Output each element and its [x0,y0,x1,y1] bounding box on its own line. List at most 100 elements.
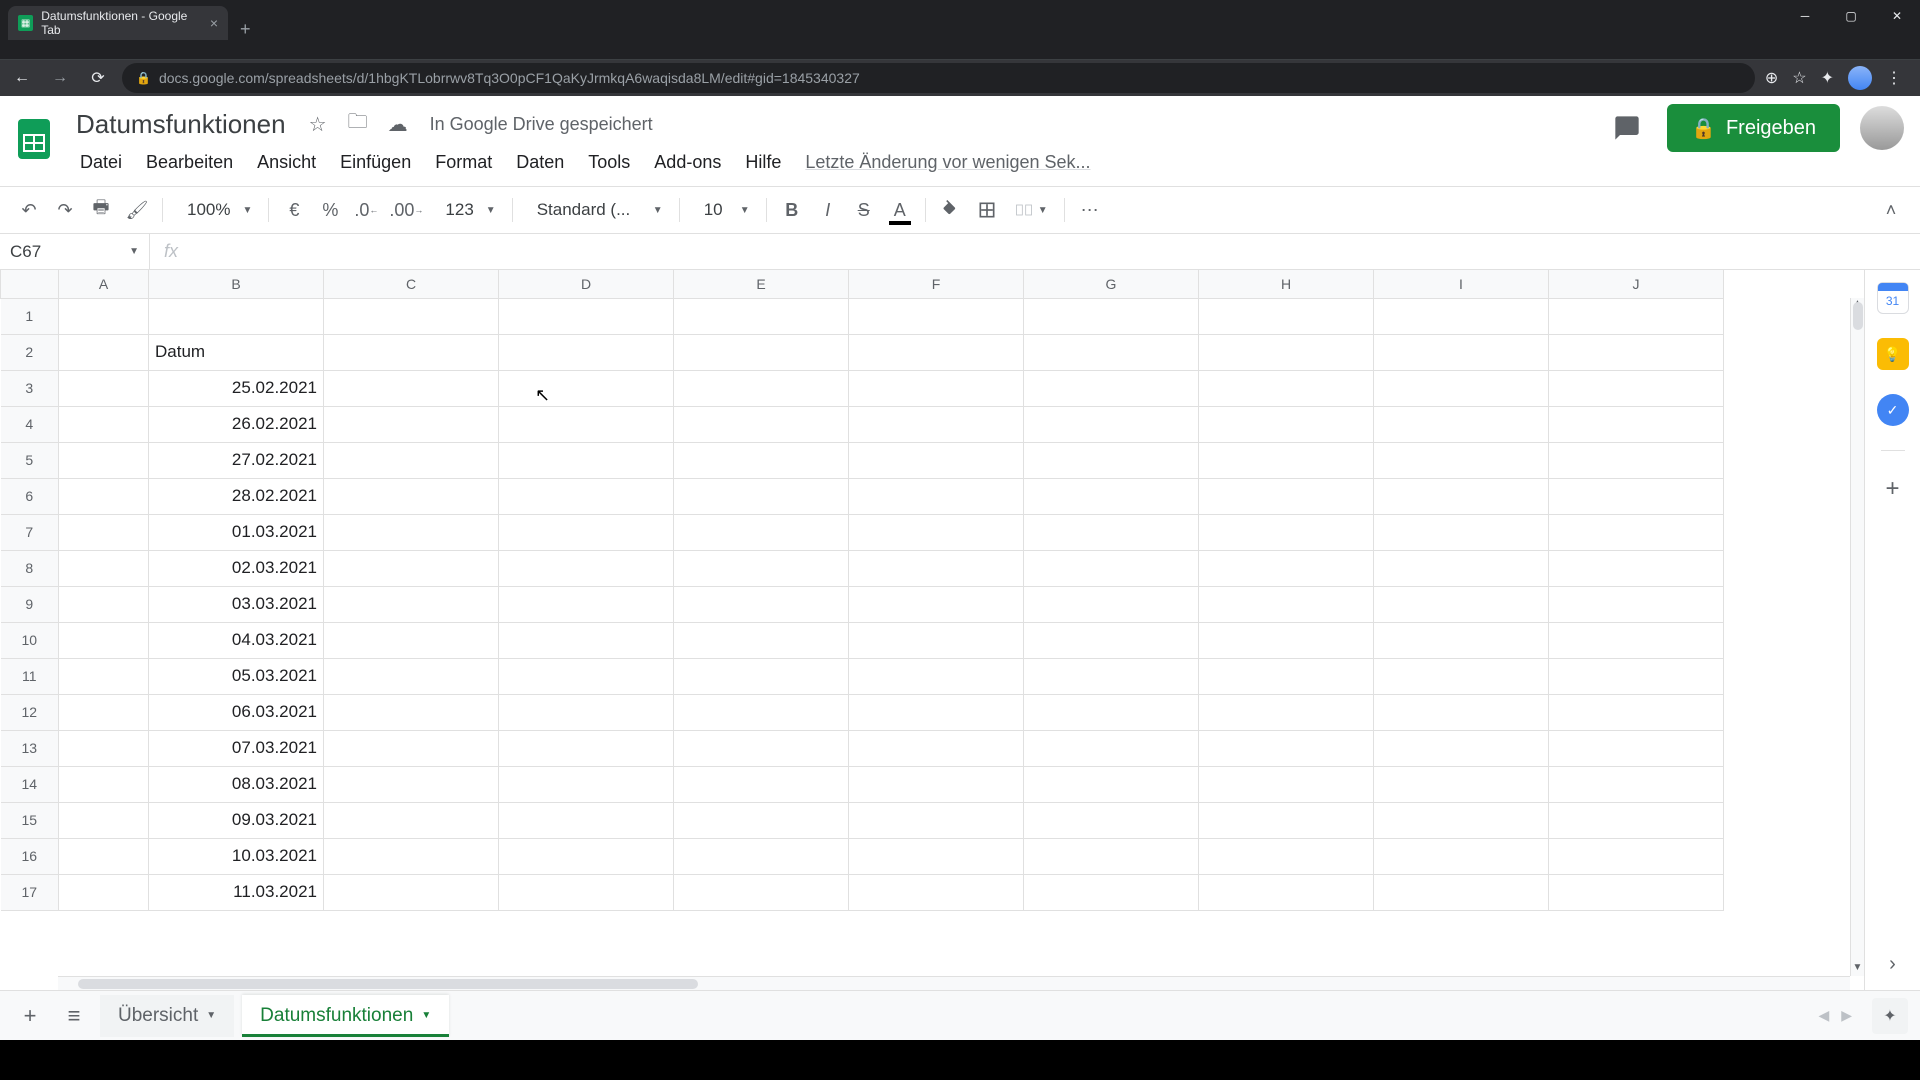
cell[interactable] [1024,586,1199,622]
cell[interactable] [674,766,849,802]
cell[interactable] [59,334,149,370]
scroll-thumb[interactable] [78,979,698,989]
percent-button[interactable]: % [313,193,347,227]
cell[interactable] [499,406,674,442]
cell[interactable] [59,514,149,550]
sheet-tab-uebersicht[interactable]: Übersicht ▼ [100,995,234,1037]
menu-addons[interactable]: Add-ons [644,148,731,177]
cell[interactable] [1374,658,1549,694]
row-header[interactable]: 15 [1,802,59,838]
column-header-D[interactable]: D [499,270,674,298]
cell[interactable] [499,514,674,550]
strikethrough-button[interactable]: S [847,193,881,227]
spreadsheet-grid[interactable]: ABCDEFGHIJ 12Datum325.02.2021426.02.2021… [0,270,1724,911]
merge-cells-dropdown[interactable]: ▼ [1006,200,1056,220]
column-header-C[interactable]: C [324,270,499,298]
cell[interactable] [1199,622,1374,658]
column-header-F[interactable]: F [849,270,1024,298]
cell[interactable] [59,550,149,586]
fill-color-button[interactable] [934,193,968,227]
menu-hilfe[interactable]: Hilfe [735,148,791,177]
row-header[interactable]: 4 [1,406,59,442]
cell[interactable] [499,874,674,910]
cell[interactable] [1374,442,1549,478]
window-close[interactable]: ✕ [1874,0,1920,32]
cell[interactable] [499,838,674,874]
cell[interactable] [849,478,1024,514]
cell[interactable]: 10.03.2021 [149,838,324,874]
increase-decimal-button[interactable]: .00→ [385,193,427,227]
cell[interactable] [1024,694,1199,730]
sheets-logo[interactable] [8,104,60,174]
cell[interactable] [1199,478,1374,514]
cell[interactable] [674,478,849,514]
cell[interactable] [1374,622,1549,658]
zoom-dropdown[interactable]: 100% ▼ [171,200,260,220]
row-header[interactable]: 8 [1,550,59,586]
add-sheet-button[interactable]: + [12,998,48,1034]
column-header-G[interactable]: G [1024,270,1199,298]
cell[interactable] [59,442,149,478]
sheet-nav-left[interactable]: ◀ [1814,1003,1833,1028]
cell[interactable]: 02.03.2021 [149,550,324,586]
cell[interactable] [1374,298,1549,334]
cell[interactable]: 04.03.2021 [149,622,324,658]
cell[interactable] [59,802,149,838]
cell[interactable] [324,334,499,370]
cell[interactable] [499,802,674,838]
row-header[interactable]: 6 [1,478,59,514]
cell[interactable] [59,622,149,658]
cell[interactable] [1549,298,1724,334]
cell[interactable] [324,514,499,550]
cell[interactable] [59,838,149,874]
cell[interactable] [499,622,674,658]
cell[interactable] [499,550,674,586]
cell[interactable] [849,622,1024,658]
cell[interactable] [1024,478,1199,514]
cell[interactable] [499,370,674,406]
cell[interactable] [1024,442,1199,478]
sheet-tab-datumsfunktionen[interactable]: Datumsfunktionen ▼ [242,995,449,1037]
cell[interactable]: 05.03.2021 [149,658,324,694]
cell[interactable] [849,586,1024,622]
calendar-icon[interactable]: 31 [1877,282,1909,314]
cell[interactable] [849,442,1024,478]
cell[interactable] [1024,838,1199,874]
cell[interactable] [1549,802,1724,838]
cell[interactable] [324,370,499,406]
cell[interactable] [849,514,1024,550]
cell[interactable] [499,478,674,514]
windows-taskbar[interactable] [0,1040,1920,1080]
cell[interactable] [324,442,499,478]
grid-main[interactable]: ABCDEFGHIJ 12Datum325.02.2021426.02.2021… [0,270,1864,990]
cell[interactable] [324,694,499,730]
name-box[interactable]: C67 ▼ [0,234,150,269]
cell[interactable] [1374,514,1549,550]
cell[interactable] [849,406,1024,442]
cell[interactable] [1549,694,1724,730]
cell[interactable] [1024,874,1199,910]
column-header-J[interactable]: J [1549,270,1724,298]
row-header[interactable]: 17 [1,874,59,910]
cell[interactable] [499,298,674,334]
cell[interactable] [849,658,1024,694]
cell[interactable] [1024,766,1199,802]
cell[interactable] [674,658,849,694]
cell[interactable] [674,802,849,838]
account-avatar[interactable] [1860,106,1904,150]
move-icon[interactable]: 🗀 [344,107,372,141]
menu-tools[interactable]: Tools [578,148,640,177]
cell[interactable] [1549,622,1724,658]
row-header[interactable]: 12 [1,694,59,730]
cell[interactable] [499,658,674,694]
paint-format-button[interactable]: 🖌 [120,193,154,227]
cell[interactable]: 09.03.2021 [149,802,324,838]
cell[interactable] [499,694,674,730]
formula-input[interactable] [192,243,1920,260]
print-button[interactable]: 🖶 [84,193,118,227]
cell[interactable]: 03.03.2021 [149,586,324,622]
cell[interactable] [1549,370,1724,406]
url-field[interactable]: 🔒 docs.google.com/spreadsheets/d/1hbgKTL… [122,63,1755,93]
sheet-nav-right[interactable]: ▶ [1837,1003,1856,1028]
cell[interactable] [1199,370,1374,406]
